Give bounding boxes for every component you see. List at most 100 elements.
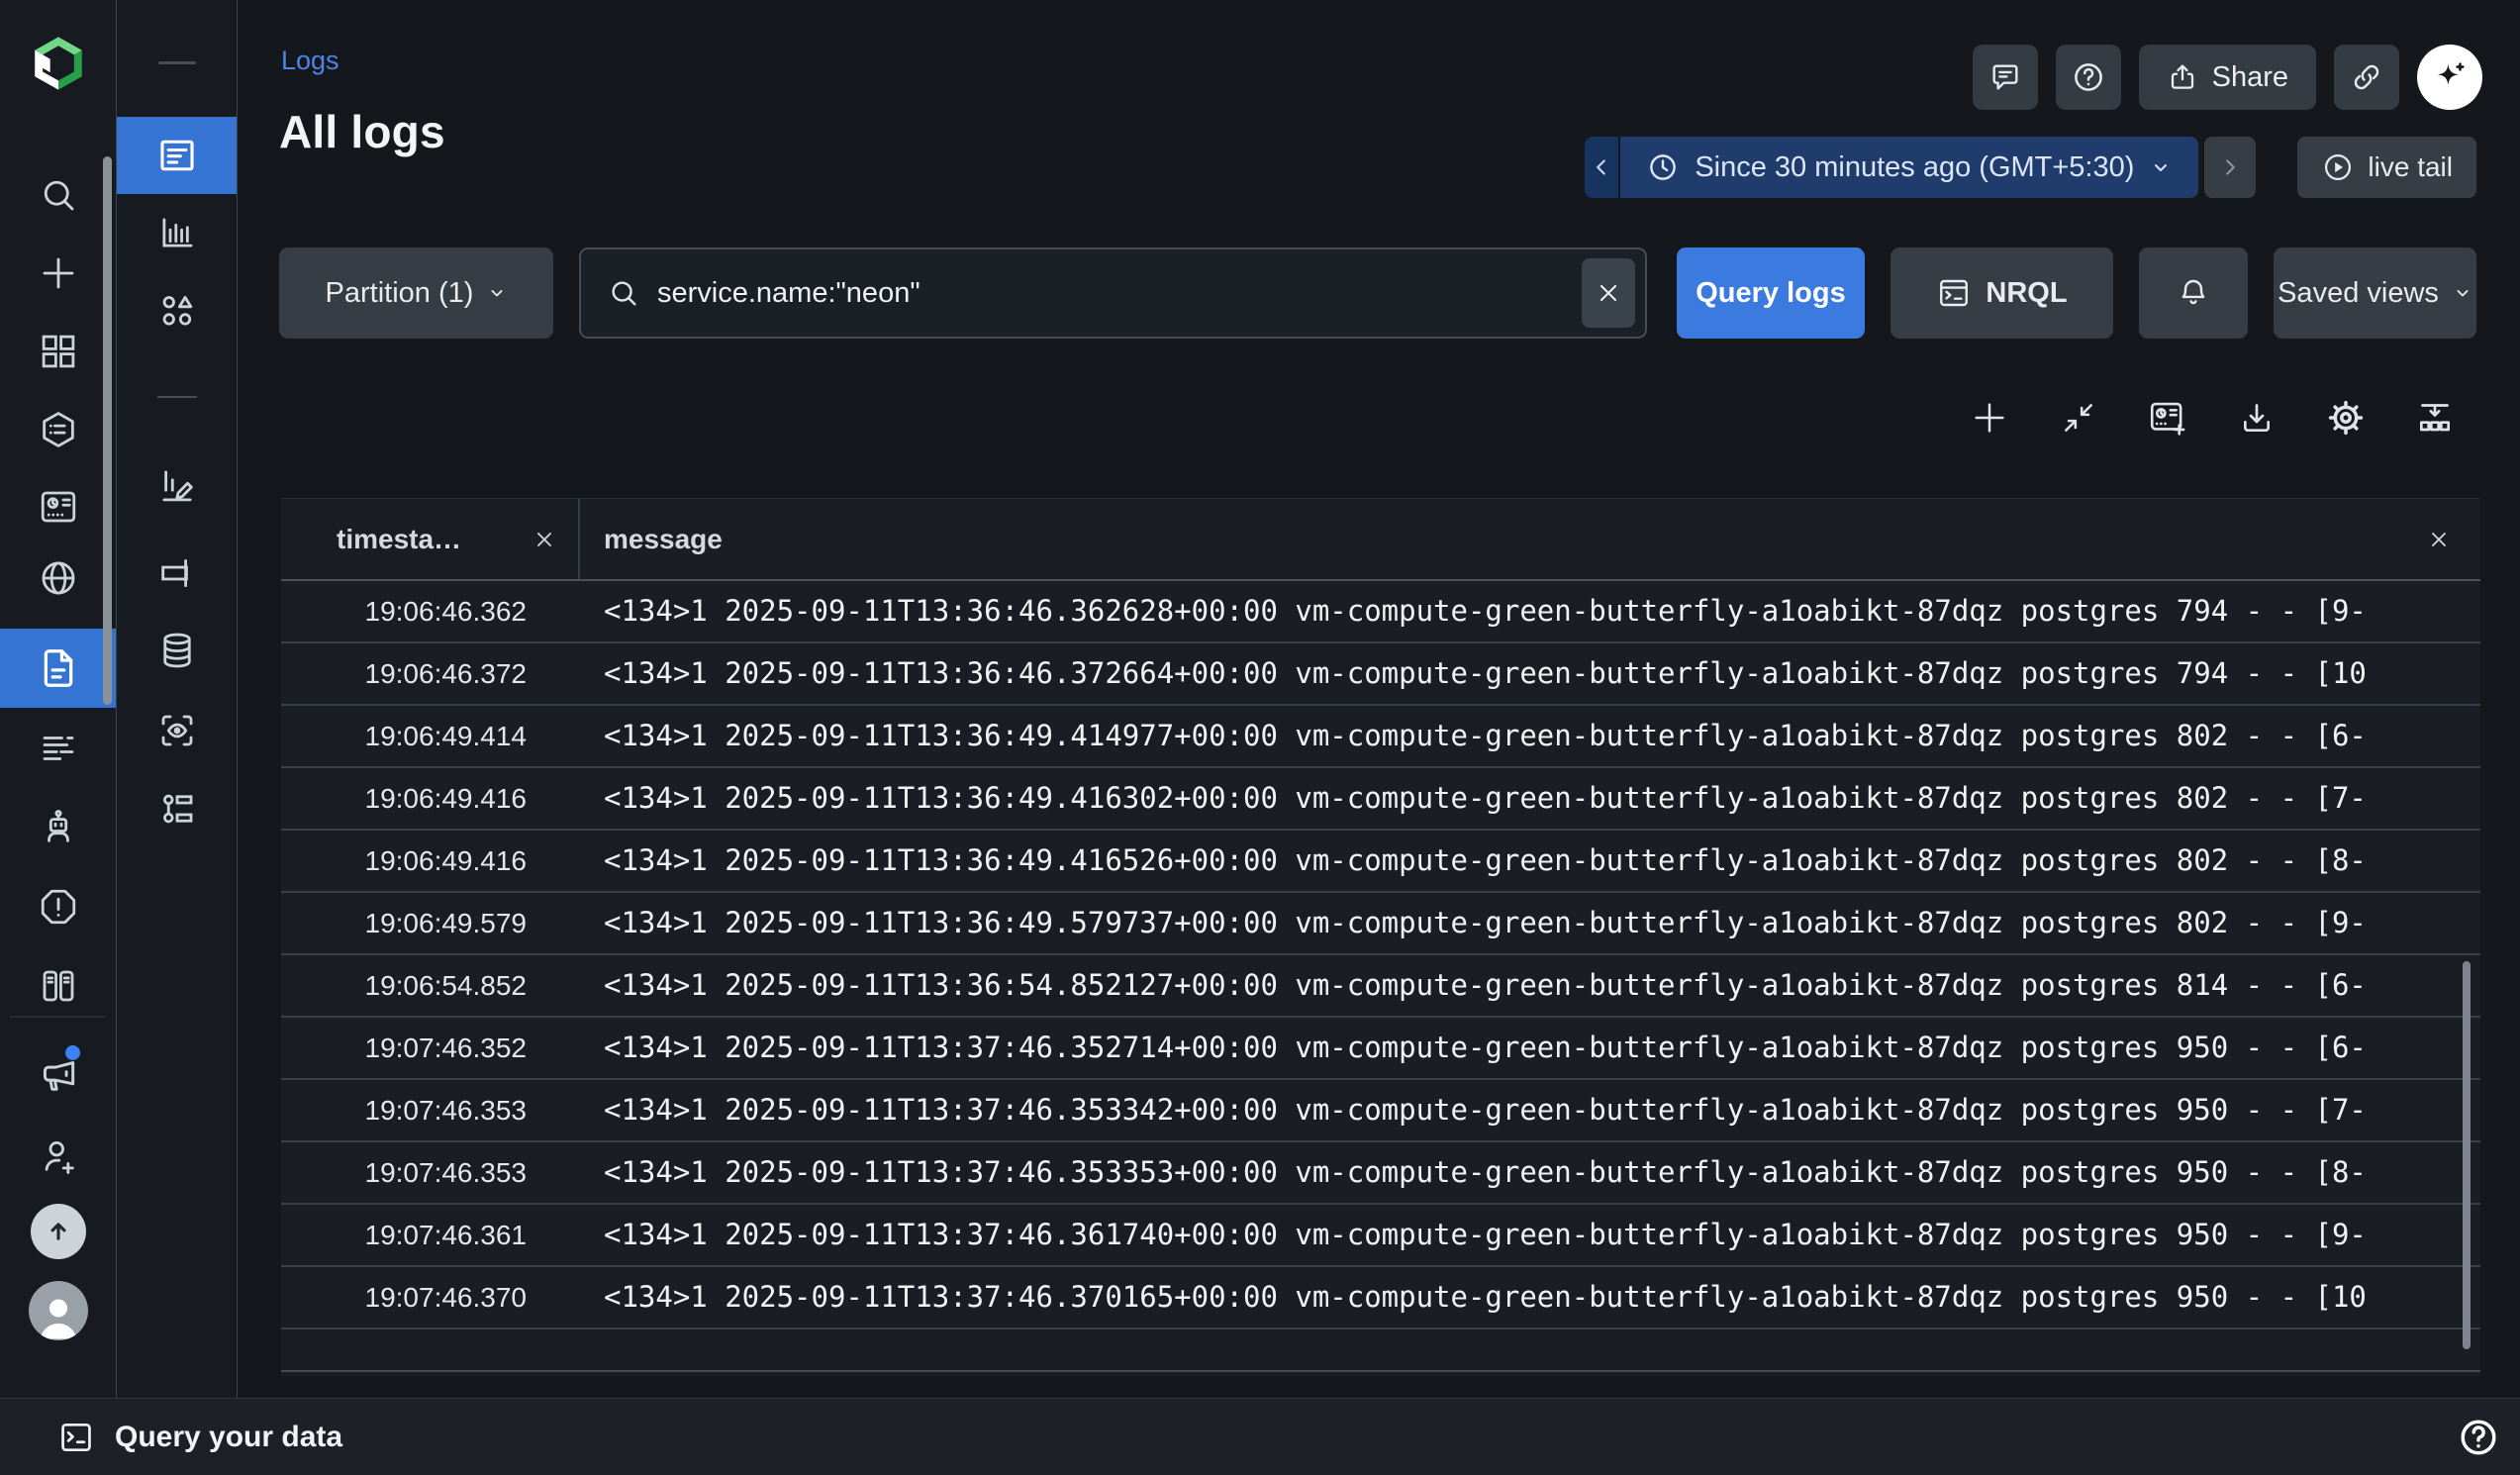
cell-message: <134>1 2025-09-11T13:36:54.852127+00:00 … (578, 955, 2480, 1016)
query-logs-button[interactable]: Query logs (1677, 247, 1865, 339)
cell-timestamp: 19:07:46.370 (281, 1267, 578, 1328)
list-lines-icon[interactable] (0, 725, 116, 772)
flow-list-icon[interactable] (117, 785, 237, 833)
cell-message: <134>1 2025-09-11T13:37:46.352714+00:00 … (578, 1018, 2480, 1078)
eye-scan-icon[interactable] (117, 707, 237, 754)
log-row[interactable]: 19:07:46.370 <134>1 2025-09-11T13:37:46.… (281, 1267, 2480, 1329)
nrql-button[interactable]: NRQL (1890, 247, 2113, 339)
link-icon[interactable] (2334, 45, 2399, 110)
live-tail-label: live tail (2368, 151, 2453, 183)
search-icon (607, 276, 640, 310)
cell-message: <134>1 2025-09-11T13:37:46.370165+00:00 … (578, 1267, 2480, 1328)
query-logs-label: Query logs (1696, 277, 1846, 310)
grid-icon[interactable] (0, 328, 116, 375)
log-row[interactable]: 19:06:49.579 <134>1 2025-09-11T13:36:49.… (281, 893, 2480, 955)
database-icon[interactable] (117, 627, 237, 674)
breadcrumb[interactable]: Logs (281, 46, 339, 76)
log-row[interactable]: 19:06:49.416 <134>1 2025-09-11T13:36:49.… (281, 768, 2480, 831)
text-cursor-box-icon[interactable] (117, 549, 237, 597)
timestamp-column-label: timesta… (337, 524, 461, 555)
cell-message: <134>1 2025-09-11T13:37:46.353353+00:00 … (578, 1142, 2480, 1203)
person-add-icon[interactable] (0, 1132, 116, 1180)
partition-dropdown[interactable]: Partition (1) (279, 247, 553, 339)
log-row[interactable]: 19:06:54.852 <134>1 2025-09-11T13:36:54.… (281, 955, 2480, 1018)
plus-icon[interactable] (0, 249, 116, 297)
megaphone-icon[interactable] (0, 1051, 116, 1099)
arrow-up-circle-icon[interactable] (0, 1204, 116, 1259)
gear-icon[interactable] (2324, 396, 2368, 440)
cell-timestamp: 19:06:49.414 (281, 706, 578, 766)
split-columns-icon[interactable] (2413, 396, 2457, 440)
log-row[interactable]: 19:06:46.362 <134>1 2025-09-11T13:36:46.… (281, 581, 2480, 643)
time-forward-button[interactable] (2204, 137, 2256, 198)
cell-timestamp: 19:06:49.579 (281, 893, 578, 953)
nav-rail-scrollbar[interactable] (103, 156, 112, 705)
collapse-icon[interactable] (2057, 396, 2100, 440)
log-row[interactable]: 19:07:46.353 <134>1 2025-09-11T13:37:46.… (281, 1080, 2480, 1142)
comment-icon[interactable] (1973, 45, 2038, 110)
dashboard-icon[interactable] (0, 483, 116, 531)
saved-views-dropdown[interactable]: Saved views (2274, 247, 2476, 339)
cell-message: <134>1 2025-09-11T13:36:49.414977+00:00 … (578, 706, 2480, 766)
help-circle-icon[interactable] (2457, 1416, 2500, 1459)
search-input[interactable] (657, 277, 1582, 310)
live-tail-button[interactable]: live tail (2297, 137, 2476, 198)
query-your-data-label[interactable]: Query your data (115, 1421, 342, 1454)
cell-timestamp: 19:06:54.852 (281, 955, 578, 1016)
log-row[interactable]: 19:07:46.361 <134>1 2025-09-11T13:37:46.… (281, 1205, 2480, 1267)
robot-icon[interactable] (0, 804, 116, 851)
log-search-box[interactable] (579, 247, 1647, 339)
avatar[interactable] (0, 1281, 116, 1340)
list-box-icon[interactable] (117, 117, 237, 194)
saved-views-label: Saved views (2278, 277, 2439, 310)
terminal-icon (1936, 275, 1972, 311)
remove-message-column-icon[interactable] (2427, 528, 2451, 551)
alert-octagon-icon[interactable] (0, 883, 116, 931)
shapes-icon[interactable] (117, 287, 237, 335)
column-header-message[interactable]: message (578, 524, 2480, 555)
globe-icon[interactable] (0, 554, 116, 602)
log-row[interactable]: 19:07:46.352 <134>1 2025-09-11T13:37:46.… (281, 1018, 2480, 1080)
cell-timestamp: 19:06:49.416 (281, 831, 578, 891)
logs-app-rail (116, 0, 238, 1398)
chart-pencil-icon[interactable] (117, 461, 237, 509)
add-column-plus-icon[interactable] (1968, 396, 2011, 440)
logs-document-icon[interactable] (0, 629, 116, 708)
add-chart-icon[interactable] (2146, 396, 2189, 440)
search-icon[interactable] (0, 171, 116, 219)
column-divider (578, 499, 580, 579)
chevron-down-icon (2149, 155, 2173, 179)
play-circle-icon (2321, 150, 2355, 184)
chevron-right-icon (2217, 154, 2243, 180)
primary-nav-rail (0, 0, 116, 1398)
share-button[interactable]: Share (2139, 45, 2316, 110)
cell-message: <134>1 2025-09-11T13:36:49.416526+00:00 … (578, 831, 2480, 891)
cell-timestamp: 19:07:46.361 (281, 1205, 578, 1265)
column-header-timestamp[interactable]: timesta… (281, 524, 578, 555)
columns-icon[interactable] (0, 962, 116, 1010)
clear-search-icon[interactable] (1582, 258, 1635, 328)
log-row[interactable]: 19:07:46.353 <134>1 2025-09-11T13:37:46.… (281, 1142, 2480, 1205)
log-row[interactable]: 19:06:49.416 <134>1 2025-09-11T13:36:49.… (281, 831, 2480, 893)
log-row[interactable]: 19:06:49.414 <134>1 2025-09-11T13:36:49.… (281, 706, 2480, 768)
cell-timestamp: 19:06:46.372 (281, 643, 578, 704)
alert-bell-button[interactable] (2139, 247, 2248, 339)
table-scrollbar[interactable] (2463, 961, 2471, 1349)
chevron-left-icon (1589, 154, 1614, 180)
sparkle-icon[interactable] (2417, 45, 2482, 110)
bar-chart-icon[interactable] (117, 209, 237, 256)
rail-handle (158, 61, 196, 64)
hexagon-list-icon[interactable] (0, 406, 116, 453)
remove-timestamp-column-icon[interactable] (533, 528, 556, 551)
time-range-picker[interactable]: Since 30 minutes ago (GMT+5:30) (1620, 137, 2198, 198)
cell-message: <134>1 2025-09-11T13:36:46.362628+00:00 … (578, 581, 2480, 641)
cell-message: <134>1 2025-09-11T13:37:46.361740+00:00 … (578, 1205, 2480, 1265)
log-table-body: 19:06:46.362 <134>1 2025-09-11T13:36:46.… (281, 581, 2480, 1329)
download-icon[interactable] (2235, 396, 2278, 440)
time-bar: Since 30 minutes ago (GMT+5:30) live tai… (1585, 137, 2476, 198)
time-back-button[interactable] (1585, 137, 1618, 198)
log-row[interactable]: 19:06:46.372 <134>1 2025-09-11T13:36:46.… (281, 643, 2480, 706)
log-row-partial (281, 1329, 2480, 1372)
rail-divider (157, 396, 197, 398)
help-icon[interactable] (2056, 45, 2121, 110)
